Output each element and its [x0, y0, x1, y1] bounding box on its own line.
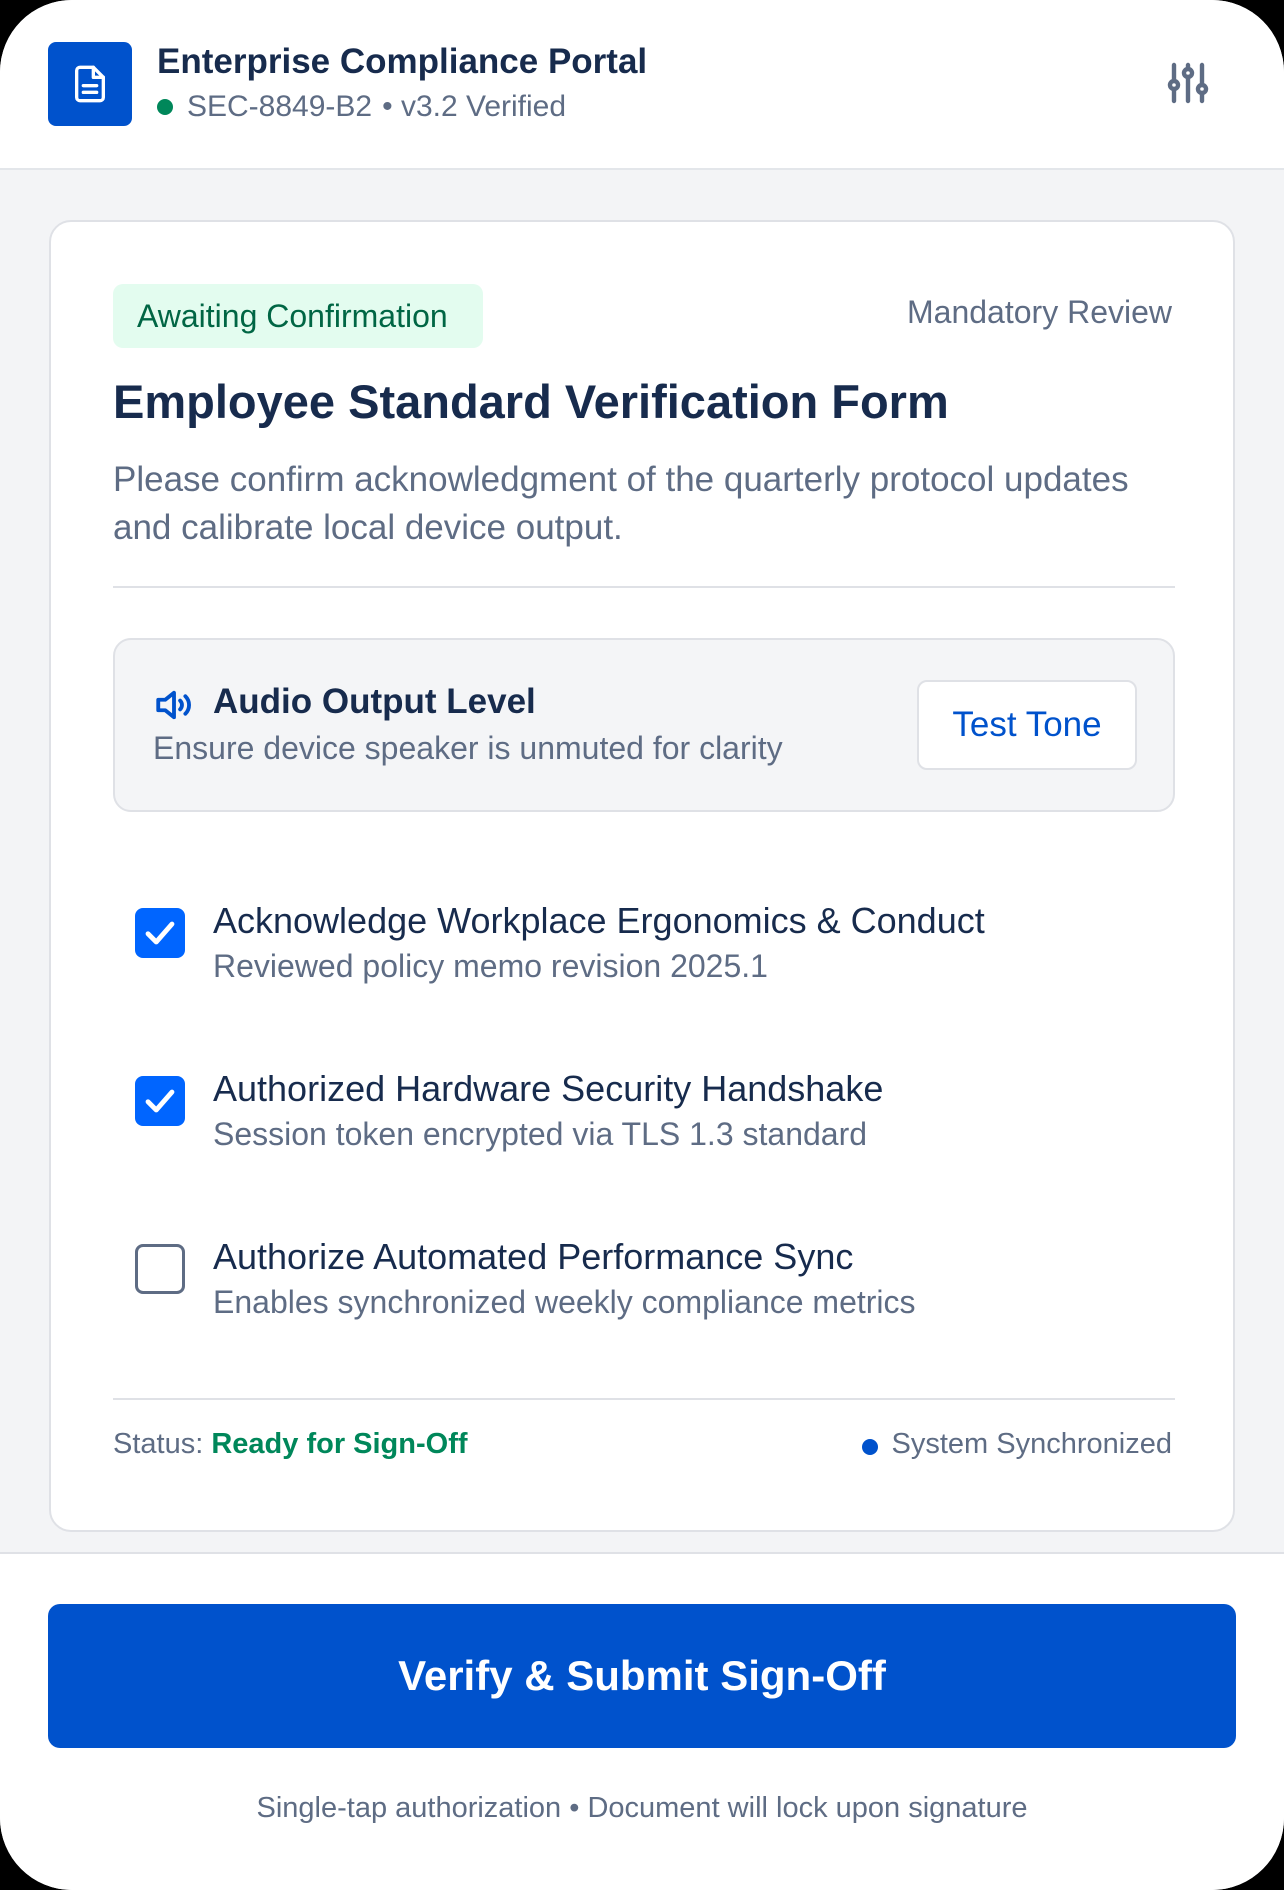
document-icon — [48, 42, 132, 126]
verification-card: Awaiting Confirmation Mandatory Review E… — [49, 220, 1235, 1532]
checkbox-unchecked[interactable] — [135, 1244, 185, 1294]
divider — [113, 586, 1175, 588]
check-icon — [145, 1089, 175, 1113]
test-tone-button[interactable]: Test Tone — [917, 680, 1137, 770]
speaker-icon — [153, 684, 195, 726]
checklist-item-performance-sync[interactable]: Authorize Automated Performance Sync Ena… — [113, 1226, 1175, 1336]
status-label: Status: — [113, 1428, 204, 1460]
checklist-sublabel: Session token encrypted via TLS 1.3 stan… — [213, 1116, 868, 1152]
review-type: Mandatory Review — [907, 294, 1172, 330]
sync-status-text: System Synchronized — [891, 1428, 1172, 1460]
checklist-item-ergonomics[interactable]: Acknowledge Workplace Ergonomics & Condu… — [113, 890, 1175, 1000]
footer-note: Single-tap authorization • Document will… — [256, 1792, 1028, 1824]
audio-subtitle: Ensure device speaker is unmuted for cla… — [153, 730, 783, 766]
app-title: Enterprise Compliance Portal — [157, 42, 648, 81]
audio-title: Audio Output Level — [213, 682, 536, 721]
audio-output-panel: Audio Output Level Ensure device speaker… — [113, 638, 1175, 812]
sync-status-dot — [861, 1438, 878, 1455]
checklist-item-hardware-handshake[interactable]: Authorized Hardware Security Handshake S… — [113, 1058, 1175, 1168]
checklist-label: Authorize Automated Performance Sync — [213, 1236, 854, 1277]
divider — [113, 1398, 1175, 1400]
checklist-label: Authorized Hardware Security Handshake — [213, 1068, 884, 1109]
form-description: Please confirm acknowledgment of the qua… — [113, 460, 1129, 547]
sync-status: System Synchronized — [861, 1428, 1172, 1461]
status-value: Ready for Sign-Off — [211, 1428, 468, 1460]
form-title: Employee Standard Verification Form — [113, 375, 949, 428]
checklist-sublabel: Reviewed policy memo revision 2025.1 — [213, 948, 768, 984]
version-status: • v3.2 Verified — [382, 90, 567, 123]
checklist-label: Acknowledge Workplace Ergonomics & Condu… — [213, 900, 985, 941]
online-status-dot — [157, 99, 173, 115]
checklist-sublabel: Enables synchronized weekly compliance m… — [213, 1284, 916, 1320]
session-info: SEC-8849-B2 • v3.2 Verified — [157, 90, 566, 124]
submit-signoff-button[interactable]: Verify & Submit Sign-Off — [48, 1604, 1236, 1748]
checkbox-checked[interactable] — [135, 1076, 185, 1126]
status-badge: Awaiting Confirmation — [113, 284, 483, 348]
footer: Verify & Submit Sign-Off Single-tap auth… — [0, 1552, 1284, 1890]
status-line: Status: Ready for Sign-Off — [113, 1428, 468, 1461]
session-id: SEC-8849-B2 — [187, 90, 373, 123]
check-icon — [145, 921, 175, 945]
app-frame: Enterprise Compliance Portal SEC-8849-B2… — [0, 0, 1284, 1890]
app-header: Enterprise Compliance Portal SEC-8849-B2… — [0, 0, 1284, 170]
sliders-icon[interactable] — [1160, 55, 1216, 111]
checkbox-checked[interactable] — [135, 908, 185, 958]
